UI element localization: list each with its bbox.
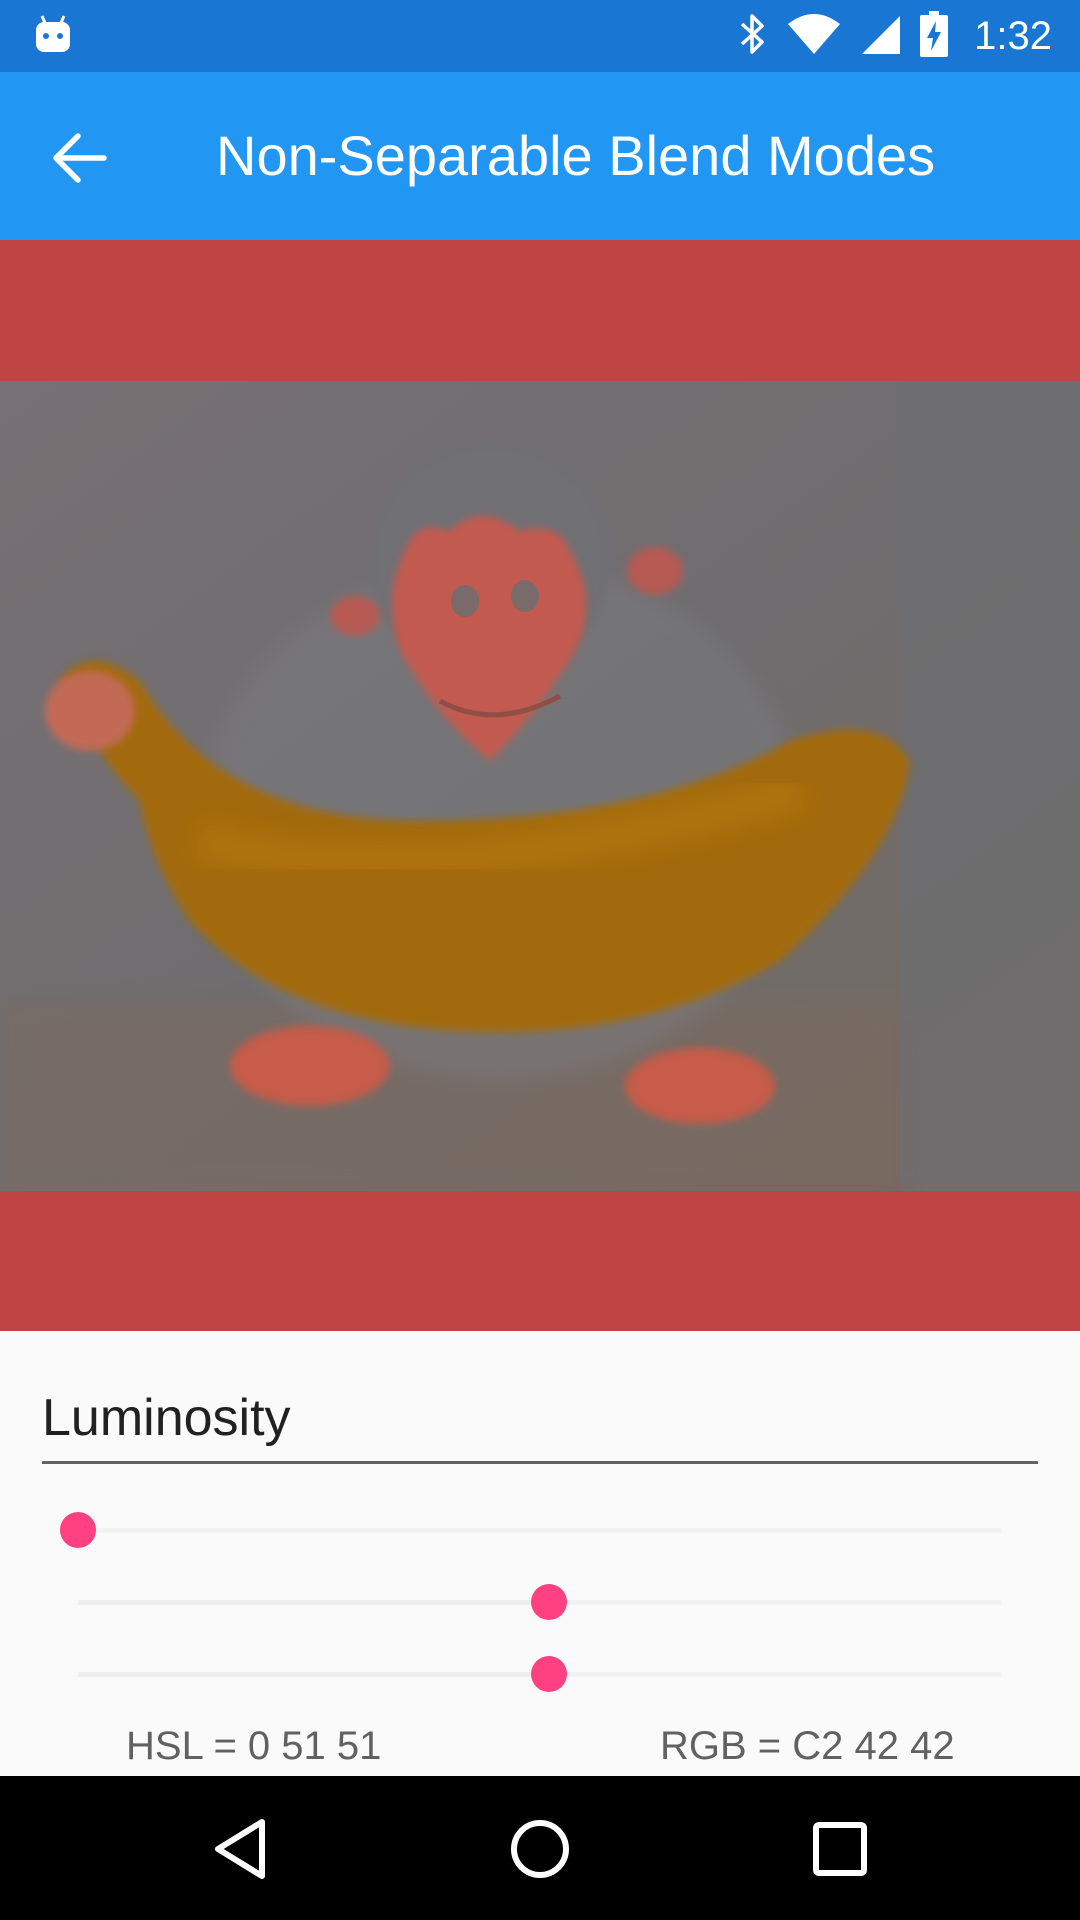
status-time: 1:32 (974, 13, 1052, 58)
lightness-slider[interactable] (78, 1654, 1002, 1694)
cell-signal-icon (860, 12, 902, 61)
rgb-readout: RGB = C2 42 42 (660, 1724, 955, 1768)
home-circle-icon (511, 1820, 569, 1878)
navigation-bar (0, 1776, 1080, 1920)
hue-slider-thumb[interactable] (60, 1512, 96, 1548)
nav-recents-button[interactable] (805, 1814, 875, 1884)
hsl-readout: HSL = 0 51 51 (126, 1724, 382, 1768)
saturation-slider[interactable] (78, 1582, 1002, 1622)
bluetooth-icon (738, 12, 768, 61)
status-bar: 1:32 (0, 0, 1080, 72)
hue-slider[interactable] (60, 1510, 1002, 1550)
nav-back-button[interactable] (206, 1814, 276, 1884)
arrow-back-icon (53, 133, 107, 183)
blend-mode-picker[interactable]: Luminosity (42, 1385, 1038, 1464)
page-title: Non-Separable Blend Modes (216, 124, 936, 187)
recents-square-icon (813, 1822, 867, 1876)
wifi-icon (786, 12, 842, 61)
app-bar: Non-Separable Blend Modes (0, 72, 1080, 240)
nav-home-button[interactable] (505, 1814, 575, 1884)
back-button[interactable] (48, 126, 112, 190)
blend-canvas (0, 240, 1080, 1331)
lightness-slider-thumb[interactable] (531, 1656, 567, 1692)
android-icon (34, 14, 72, 59)
blend-mode-value: Luminosity (42, 1389, 291, 1447)
back-triangle-icon (215, 1819, 265, 1879)
saturation-slider-thumb[interactable] (531, 1584, 567, 1620)
monkey-banana-image (0, 381, 1080, 1191)
battery-charging-icon (920, 10, 949, 62)
